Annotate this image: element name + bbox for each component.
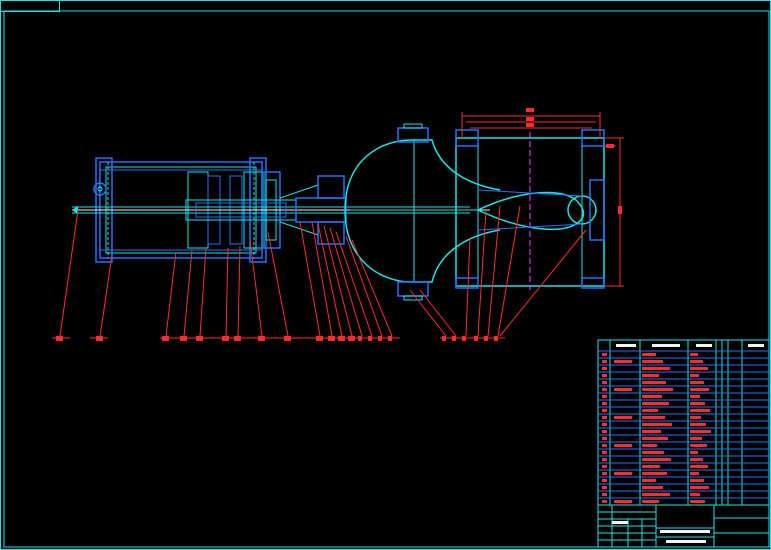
bom-material-entry	[690, 409, 710, 412]
bom-index-entry	[602, 416, 607, 419]
bom-index-entry	[602, 451, 607, 454]
bom-name-entry	[642, 430, 661, 433]
bom-material-entry	[690, 444, 707, 447]
bom-index-entry	[602, 381, 607, 384]
bom-name-entry	[642, 367, 670, 370]
bom-code-entry	[614, 500, 632, 503]
bom-name-entry	[642, 444, 657, 447]
bom-index-entry	[602, 437, 607, 440]
bom-name-entry	[642, 381, 666, 384]
bom-material-entry	[690, 458, 703, 461]
bom-name-entry	[642, 465, 660, 468]
bom-name-entry	[642, 479, 656, 482]
bom-name-entry	[642, 388, 673, 391]
bom-material-entry	[690, 374, 699, 377]
bom-index-entry	[602, 493, 607, 496]
bom-index-entry	[602, 465, 607, 468]
bom-material-entry	[690, 430, 711, 433]
bom-material-entry	[690, 500, 705, 503]
bom-material-entry	[690, 416, 701, 419]
bom-index-entry	[602, 500, 607, 503]
bom-header-text	[652, 344, 680, 347]
bom-material-entry	[690, 493, 700, 496]
bom-material-entry	[690, 486, 709, 489]
bom-name-entry	[642, 423, 672, 426]
bom-material-entry	[690, 367, 708, 370]
bom-code-entry	[614, 444, 632, 447]
bom-index-entry	[602, 430, 607, 433]
bom-material-entry	[690, 381, 704, 384]
bom-index-entry	[602, 353, 607, 356]
bom-code-entry	[614, 388, 632, 391]
bom-name-entry	[642, 493, 670, 496]
bom-index-entry	[602, 367, 607, 370]
bom-name-entry	[642, 395, 662, 398]
bom-index-entry	[602, 458, 607, 461]
bom-name-entry	[642, 458, 671, 461]
bom-index-entry	[602, 472, 607, 475]
part-leader-lines	[52, 205, 587, 339]
valve-body	[344, 123, 501, 301]
bom-material-entry	[690, 402, 705, 405]
bom-index-entry	[602, 444, 607, 447]
bom-name-entry	[642, 500, 659, 503]
bom-material-entry	[690, 451, 698, 454]
bom-material-entry	[690, 479, 704, 482]
bom-material-entry	[690, 388, 709, 391]
pipe-flange-section	[455, 129, 605, 290]
bom-name-entry	[642, 360, 663, 363]
bom-index-entry	[602, 388, 607, 391]
bom-code-entry	[614, 416, 632, 419]
bom-name-entry	[642, 409, 658, 412]
bom-name-entry	[642, 472, 667, 475]
bom-name-entry	[642, 486, 663, 489]
bom-index-entry	[602, 360, 607, 363]
bom-material-entry	[690, 437, 702, 440]
drawing-canvas	[0, 0, 771, 550]
bom-header-text	[616, 344, 636, 347]
bom-name-entry	[642, 353, 656, 356]
bom-code-entry	[614, 360, 632, 363]
bom-name-entry	[642, 416, 665, 419]
bom-name-entry	[642, 451, 664, 454]
bom-material-entry	[690, 465, 708, 468]
bom-header-text	[696, 344, 712, 347]
bom-name-entry	[642, 402, 669, 405]
bom-material-entry	[690, 395, 700, 398]
bom-index-entry	[602, 479, 607, 482]
bom-material-entry	[690, 423, 706, 426]
title-block	[597, 504, 770, 548]
bom-index-entry	[602, 409, 607, 412]
bom-index-entry	[602, 402, 607, 405]
bom-index-entry	[602, 395, 607, 398]
bom-code-entry	[614, 472, 632, 475]
bom-name-entry	[642, 374, 659, 377]
bom-index-entry	[602, 374, 607, 377]
bom-header-text	[748, 344, 764, 347]
bom-index-entry	[602, 486, 607, 489]
bom-index-entry	[602, 423, 607, 426]
dimension-lines	[461, 108, 624, 287]
parts-list-table	[597, 339, 770, 506]
cad-drawing-sheet	[0, 0, 771, 550]
bom-material-entry	[690, 472, 699, 475]
bom-material-entry	[690, 360, 703, 363]
bom-name-entry	[642, 437, 668, 440]
bom-material-entry	[690, 353, 698, 356]
